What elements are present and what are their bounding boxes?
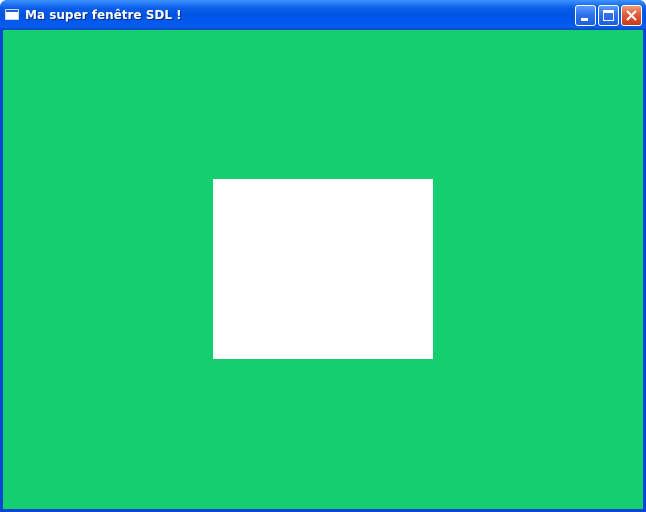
- sdl-window: Ma super fenêtre SDL !: [0, 0, 646, 512]
- window-title: Ma super fenêtre SDL !: [25, 8, 182, 22]
- minimize-icon: [581, 18, 588, 21]
- white-rectangle: [213, 179, 433, 359]
- close-button[interactable]: [621, 5, 642, 26]
- sdl-canvas[interactable]: [3, 30, 643, 509]
- title-bar[interactable]: Ma super fenêtre SDL !: [0, 0, 646, 30]
- minimize-button[interactable]: [575, 5, 596, 26]
- maximize-button[interactable]: [598, 5, 619, 26]
- maximize-icon: [603, 10, 614, 21]
- window-app-icon[interactable]: [5, 9, 19, 20]
- close-icon: [626, 10, 637, 21]
